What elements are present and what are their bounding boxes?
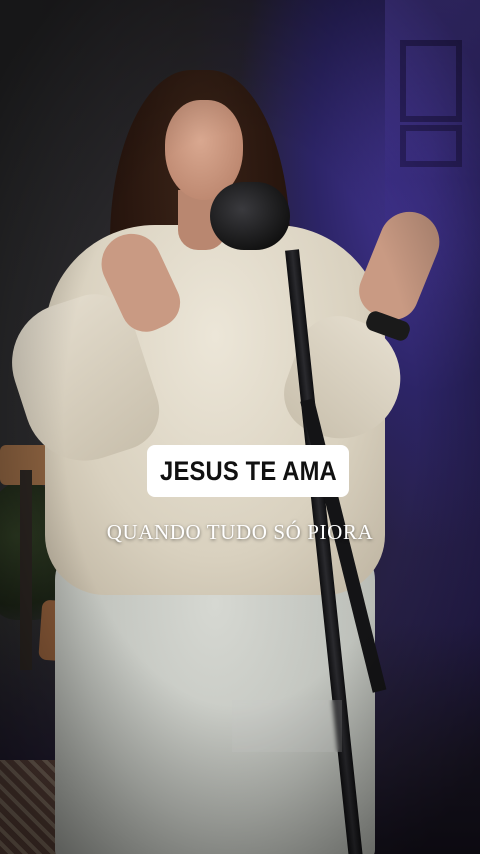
title-text: JESUS TE AMA [159, 455, 337, 486]
subtitle-caption: QUANDO TUDO SÓ PIORA [106, 520, 374, 544]
title-caption: JESUS TE AMA [147, 445, 349, 497]
blurred-watermark [232, 700, 342, 752]
video-frame [0, 0, 480, 854]
